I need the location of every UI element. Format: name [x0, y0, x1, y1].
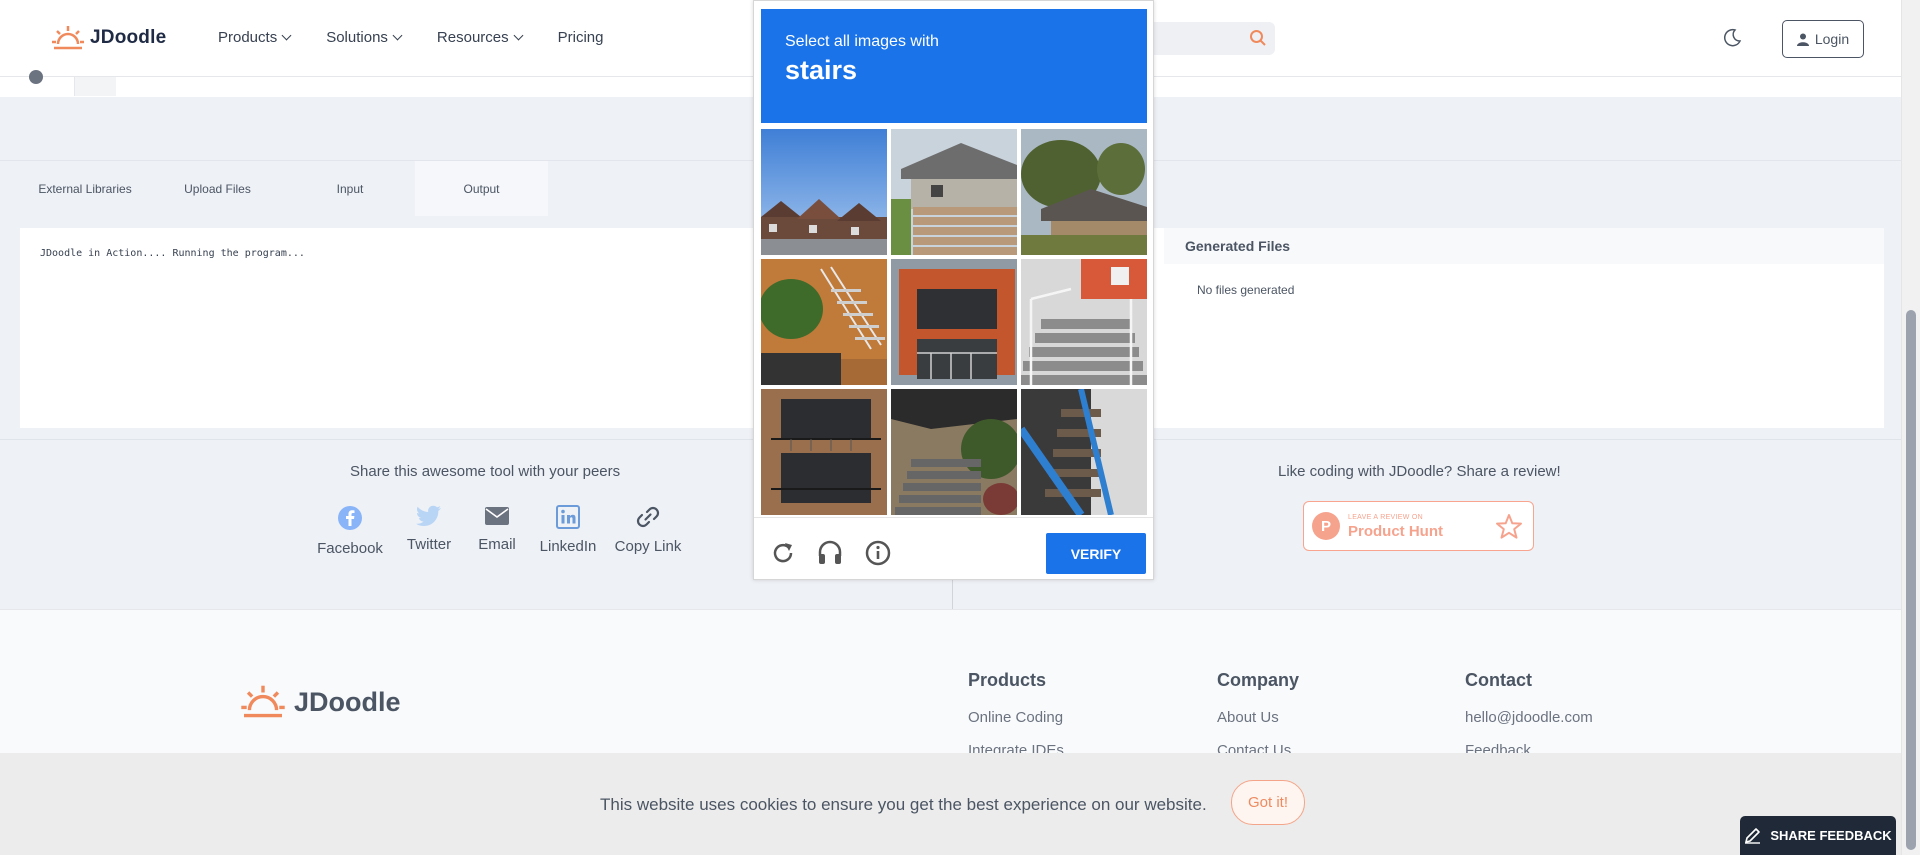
share-facebook[interactable]: Facebook — [313, 505, 387, 557]
linkedin-icon — [556, 505, 580, 529]
generated-files-panel: Generated Files No files generated — [1164, 228, 1884, 428]
share-label: LinkedIn — [539, 538, 597, 555]
cookie-accept-button[interactable]: Got it! — [1231, 780, 1305, 825]
chevron-down-icon — [513, 30, 524, 41]
chevron-down-icon — [392, 30, 403, 41]
twitter-icon — [416, 505, 441, 526]
footer-link[interactable]: About Us — [1217, 709, 1299, 726]
tab-output[interactable]: Output — [415, 161, 548, 216]
cookie-text: This website uses cookies to ensure you … — [600, 795, 1207, 814]
toolbar-segment — [74, 77, 116, 96]
tab-external-libraries[interactable]: External Libraries — [20, 161, 150, 216]
main-nav: Products Solutions Resources Pricing — [218, 29, 639, 46]
captcha-footer: VERIFY — [754, 517, 1153, 581]
logo[interactable]: JDoodle — [52, 24, 166, 52]
share-feedback-button[interactable]: SHARE FEEDBACK — [1740, 816, 1896, 855]
product-hunt-badge[interactable]: P LEAVE A REVIEW ON Product Hunt — [1303, 501, 1534, 551]
nav-pricing-label: Pricing — [557, 29, 604, 46]
share-label: Email — [478, 536, 516, 553]
share-feedback-label: SHARE FEEDBACK — [1770, 828, 1892, 843]
user-icon — [1796, 33, 1809, 46]
captcha-tile[interactable] — [891, 389, 1017, 515]
captcha-tile[interactable] — [1021, 259, 1147, 385]
captcha-tile[interactable] — [761, 129, 887, 255]
review-title: Like coding with JDoodle? Share a review… — [1278, 463, 1561, 480]
share-linkedin[interactable]: LinkedIn — [537, 505, 599, 557]
tab-upload-files[interactable]: Upload Files — [150, 161, 285, 216]
link-icon — [636, 506, 660, 528]
nav-pricing[interactable]: Pricing — [558, 29, 604, 46]
tab-label: Upload Files — [184, 181, 251, 196]
footer-col-title: Contact — [1465, 670, 1532, 690]
nav-products[interactable]: Products — [218, 29, 292, 46]
search-icon[interactable] — [1249, 29, 1267, 47]
captcha-grid — [761, 129, 1147, 515]
captcha-tile[interactable] — [1021, 389, 1147, 515]
cookie-banner: This website uses cookies to ensure you … — [0, 753, 1901, 855]
product-hunt-text: LEAVE A REVIEW ON Product Hunt — [1348, 514, 1443, 539]
login-button[interactable]: Login — [1782, 20, 1864, 58]
nav-solutions-label: Solutions — [326, 29, 388, 46]
facebook-icon — [338, 506, 362, 530]
nav-resources[interactable]: Resources — [436, 29, 524, 46]
footer-link[interactable]: hello@jdoodle.com — [1465, 709, 1593, 726]
footer-col-title: Products — [968, 670, 1047, 690]
sun-logo-icon — [241, 685, 285, 718]
share-copy-link[interactable]: Copy Link — [613, 505, 683, 557]
captcha-tile[interactable] — [1021, 129, 1147, 255]
email-icon — [485, 507, 509, 525]
footer-logo[interactable]: JDoodle — [240, 683, 401, 721]
tab-label: External Libraries — [38, 181, 132, 196]
captcha-challenge: Select all images with stairs VERIFY — [753, 0, 1154, 580]
product-hunt-icon: P — [1312, 512, 1340, 540]
share-label: Copy Link — [614, 538, 682, 555]
pencil-icon — [1745, 828, 1761, 844]
footer-link[interactable]: Online Coding — [968, 709, 1064, 726]
share-twitter[interactable]: Twitter — [401, 505, 457, 557]
star-icon — [1496, 514, 1522, 539]
tab-input[interactable]: Input — [285, 161, 415, 216]
tab-label: Output — [463, 181, 500, 196]
sun-logo-icon — [52, 26, 84, 50]
captcha-target: stairs — [785, 55, 858, 85]
captcha-tile[interactable] — [891, 129, 1017, 255]
captcha-tile[interactable] — [891, 259, 1017, 385]
verify-button[interactable]: VERIFY — [1046, 533, 1146, 574]
headphones-icon[interactable] — [817, 540, 843, 566]
share-title: Share this awesome tool with your peers — [350, 463, 621, 480]
share-items: Facebook Twitter Email LinkedIn Copy Lin… — [313, 505, 697, 557]
tab-label: Input — [336, 181, 364, 196]
ph-big-text: Product Hunt — [1348, 522, 1443, 540]
info-icon[interactable] — [865, 540, 891, 566]
nav-solutions[interactable]: Solutions — [326, 29, 403, 46]
logo-text: JDoodle — [90, 27, 167, 48]
share-email[interactable]: Email — [471, 505, 523, 557]
nav-products-label: Products — [218, 29, 278, 46]
captcha-tile[interactable] — [761, 389, 887, 515]
info-icon[interactable] — [29, 70, 43, 84]
captcha-header: Select all images with stairs — [761, 9, 1147, 123]
footer-col-title: Company — [1217, 670, 1300, 690]
generated-files-empty: No files generated — [1197, 283, 1295, 297]
share-label: Facebook — [317, 540, 383, 557]
footer-logo-text: JDoodle — [294, 686, 401, 717]
captcha-instruction: Select all images with — [785, 33, 939, 50]
scroll-thumb[interactable] — [1906, 310, 1916, 850]
login-label: Login — [1814, 31, 1850, 47]
ph-small-text: LEAVE A REVIEW ON — [1348, 513, 1423, 521]
output-text: JDoodle in Action.... Running the progra… — [40, 248, 305, 259]
chevron-down-icon — [281, 30, 292, 41]
nav-resources-label: Resources — [436, 29, 509, 46]
scrollbar[interactable] — [1901, 0, 1920, 855]
search-input[interactable] — [1148, 22, 1275, 55]
captcha-tile[interactable] — [761, 259, 887, 385]
share-label: Twitter — [406, 536, 452, 553]
reload-icon[interactable] — [770, 540, 796, 566]
moon-icon[interactable] — [1722, 28, 1742, 48]
generated-files-title: Generated Files — [1164, 228, 1884, 264]
